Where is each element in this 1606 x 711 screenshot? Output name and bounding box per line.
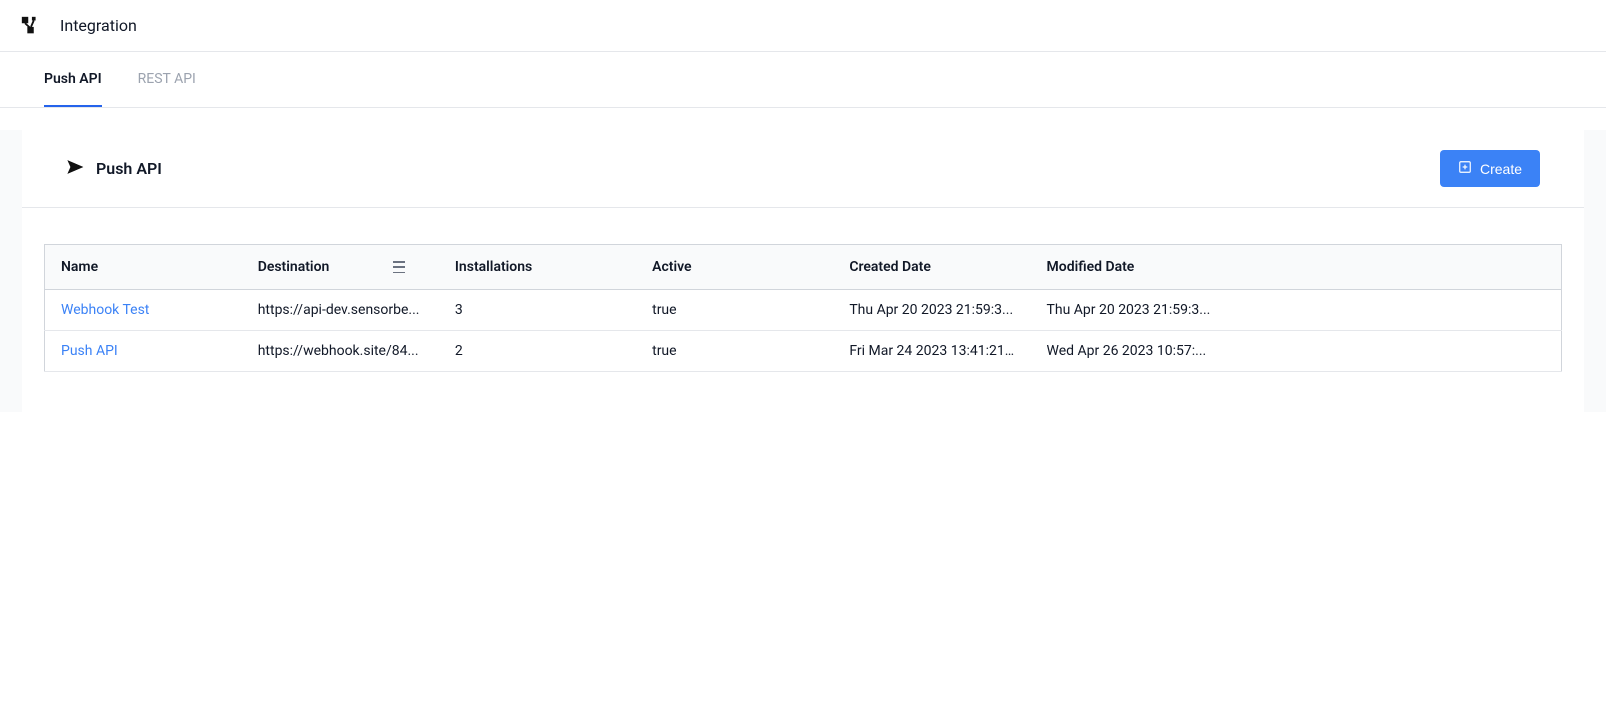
- col-header-label: Created Date: [849, 259, 931, 275]
- col-header-created-date[interactable]: Created Date: [833, 245, 1030, 290]
- table-row[interactable]: Webhook Test https://api-dev.sensorbe...…: [45, 290, 1562, 331]
- section-header: Push API Create: [22, 130, 1584, 208]
- col-header-label: Active: [652, 259, 691, 275]
- col-header-label: Destination: [258, 259, 330, 275]
- create-button[interactable]: Create: [1440, 150, 1540, 187]
- cell-created: Thu Apr 20 2023 21:59:3...: [833, 290, 1030, 331]
- cell-empty: [1228, 290, 1562, 331]
- cell-modified: Wed Apr 26 2023 10:57:...: [1031, 331, 1228, 372]
- app-logo-icon: [20, 15, 42, 37]
- page-title: Integration: [60, 16, 137, 35]
- col-header-modified-date[interactable]: Modified Date: [1031, 245, 1228, 290]
- cell-destination: https://webhook.site/84...: [242, 331, 439, 372]
- table-header-row: Name Destination Installations Active: [45, 245, 1562, 290]
- cell-destination: https://api-dev.sensorbe...: [242, 290, 439, 331]
- cell-empty: [1228, 331, 1562, 372]
- section-title: Push API: [96, 159, 162, 178]
- col-header-installations[interactable]: Installations: [439, 245, 636, 290]
- col-header-label: Modified Date: [1047, 259, 1135, 275]
- create-button-label: Create: [1480, 161, 1522, 177]
- paper-plane-icon: [66, 158, 84, 180]
- col-header-label: Name: [61, 259, 98, 275]
- cell-installations: 3: [439, 290, 636, 331]
- tab-push-api[interactable]: Push API: [44, 52, 102, 107]
- table-row[interactable]: Push API https://webhook.site/84... 2 tr…: [45, 331, 1562, 372]
- table-wrapper: Name Destination Installations Active: [22, 208, 1584, 412]
- col-header-empty: [1228, 245, 1562, 290]
- tab-rest-api[interactable]: REST API: [138, 52, 196, 107]
- push-api-table: Name Destination Installations Active: [44, 244, 1562, 372]
- col-header-name[interactable]: Name: [45, 245, 242, 290]
- cell-active: true: [636, 331, 833, 372]
- cell-name-link[interactable]: Webhook Test: [45, 290, 242, 331]
- tab-label: Push API: [44, 71, 102, 87]
- topbar: Integration: [0, 0, 1606, 52]
- cell-active: true: [636, 290, 833, 331]
- tab-label: REST API: [138, 71, 196, 87]
- cell-created: Fri Mar 24 2023 13:41:21...: [833, 331, 1030, 372]
- col-header-active[interactable]: Active: [636, 245, 833, 290]
- content-area: Push API Create: [0, 130, 1606, 412]
- col-header-destination[interactable]: Destination: [242, 245, 439, 290]
- cell-installations: 2: [439, 331, 636, 372]
- plus-square-icon: [1458, 160, 1472, 177]
- cell-modified: Thu Apr 20 2023 21:59:3...: [1031, 290, 1228, 331]
- cell-name-link[interactable]: Push API: [45, 331, 242, 372]
- tabs-bar: Push API REST API: [0, 52, 1606, 108]
- column-menu-icon[interactable]: [393, 261, 405, 273]
- col-header-label: Installations: [455, 259, 532, 275]
